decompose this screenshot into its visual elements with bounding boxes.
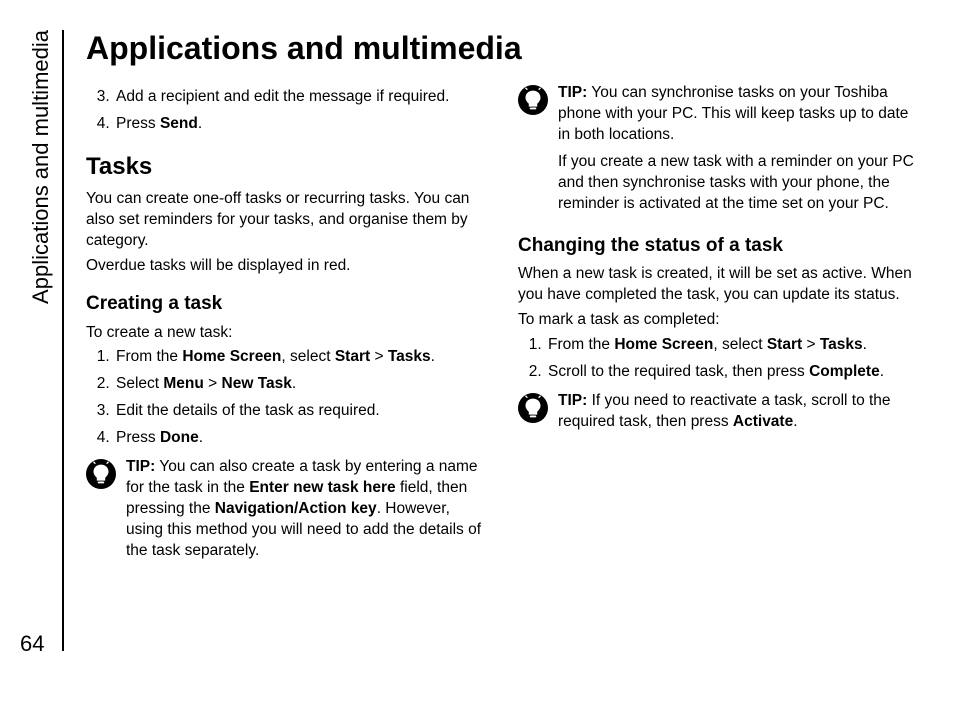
tip-body: TIP: If you need to reactivate a task, s… [558, 391, 914, 433]
creating-task-list: From the Home Screen, select Start > Tas… [86, 347, 482, 449]
page-root: Applications and multimedia 64 Applicati… [0, 0, 954, 701]
column-right: TIP: You can synchronise tasks on your T… [518, 83, 914, 562]
side-tab-label: Applications and multimedia [28, 30, 58, 304]
list-item: Press Done. [114, 428, 482, 449]
list-item: From the Home Screen, select Start > Tas… [546, 335, 914, 356]
list-item: Scroll to the required task, then press … [546, 362, 914, 383]
list-item: Select Menu > New Task. [114, 374, 482, 395]
columns: Add a recipient and edit the message if … [86, 83, 914, 562]
creating-task-heading: Creating a task [86, 291, 482, 317]
lightbulb-icon [518, 85, 548, 115]
continuation-list: Add a recipient and edit the message if … [86, 87, 482, 135]
list-item: Press Send. [114, 114, 482, 135]
lightbulb-icon [518, 393, 548, 423]
lightbulb-icon [86, 459, 116, 489]
list-item: From the Home Screen, select Start > Tas… [114, 347, 482, 368]
creating-task-intro: To create a new task: [86, 323, 482, 344]
tasks-heading: Tasks [86, 151, 482, 183]
page-number: 64 [20, 631, 44, 657]
column-left: Add a recipient and edit the message if … [86, 83, 482, 562]
list-item: Add a recipient and edit the message if … [114, 87, 482, 108]
tip-body: TIP: You can synchronise tasks on your T… [558, 83, 914, 219]
content: Applications and multimedia Add a recipi… [86, 30, 914, 562]
tip-block: TIP: If you need to reactivate a task, s… [518, 391, 914, 433]
tasks-paragraph: Overdue tasks will be displayed in red. [86, 256, 482, 277]
list-item: Edit the details of the task as required… [114, 401, 482, 422]
side-tab: Applications and multimedia [24, 30, 64, 651]
changing-status-heading: Changing the status of a task [518, 233, 914, 259]
tip-block: TIP: You can also create a task by enter… [86, 457, 482, 562]
tasks-paragraph: You can create one-off tasks or recurrin… [86, 189, 482, 252]
tip-body: TIP: You can also create a task by enter… [126, 457, 482, 562]
page-title: Applications and multimedia [86, 30, 914, 67]
tip-block: TIP: You can synchronise tasks on your T… [518, 83, 914, 219]
changing-status-intro: To mark a task as completed: [518, 310, 914, 331]
changing-status-list: From the Home Screen, select Start > Tas… [518, 335, 914, 383]
changing-status-paragraph: When a new task is created, it will be s… [518, 264, 914, 306]
